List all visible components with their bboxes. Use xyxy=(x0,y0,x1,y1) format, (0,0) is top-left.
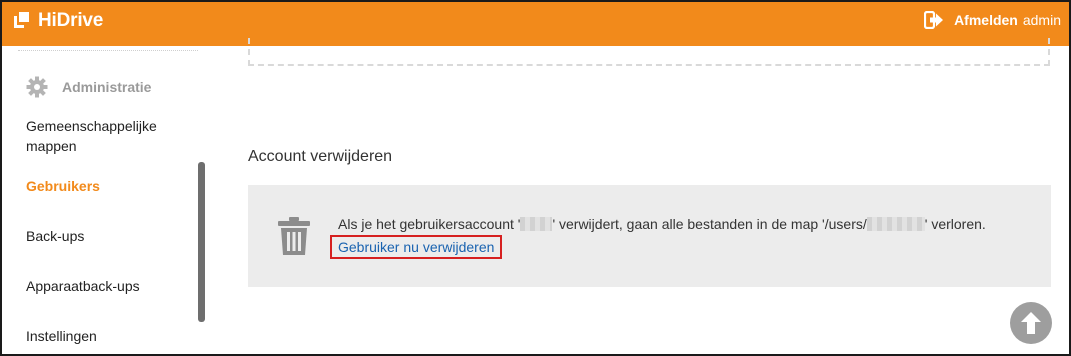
sidebar-item-label: Apparaatback-ups xyxy=(26,278,140,294)
warning-text-part3: ' verloren. xyxy=(924,216,986,232)
sidebar-item-label: Back-ups xyxy=(26,228,85,244)
sidebar-item-administratie[interactable]: Administratie xyxy=(26,76,151,98)
redacted-path xyxy=(866,217,925,231)
brand-name: HiDrive xyxy=(38,10,104,31)
sidebar-item-back-ups[interactable]: Back-ups xyxy=(26,226,84,246)
sidebar-item-label: Instellingen xyxy=(26,328,97,344)
sidebar: Administratie Gemeenschappelijke mappen … xyxy=(2,46,212,354)
scroll-to-top-button[interactable] xyxy=(1010,302,1052,344)
warning-text-part2: ' verwijdert, gaan alle bestanden in de … xyxy=(552,216,867,232)
delete-warning-text: Als je het gebruikersaccount ' ' verwijd… xyxy=(338,216,986,232)
brand-logo[interactable]: HiDrive xyxy=(14,10,103,32)
sidebar-item-label-line2: mappen xyxy=(26,138,77,154)
delete-account-panel: Als je het gebruikersaccount ' ' verwijd… xyxy=(248,185,1051,287)
trash-icon xyxy=(278,217,310,255)
sidebar-divider xyxy=(18,50,198,51)
delete-user-link[interactable]: Gebruiker nu verwijderen xyxy=(330,235,503,259)
logout-label: Afmelden xyxy=(954,12,1018,28)
dashed-dropzone xyxy=(248,38,1050,66)
arrow-up-icon xyxy=(1021,312,1041,334)
sidebar-item-label: Administratie xyxy=(62,79,152,95)
sidebar-scrollbar[interactable] xyxy=(198,162,205,322)
section-title: Account verwijderen xyxy=(248,148,393,165)
sidebar-item-apparaatback-ups[interactable]: Apparaatback-ups xyxy=(26,276,140,296)
username: admin xyxy=(1022,12,1061,28)
sidebar-item-label: Gebruikers xyxy=(26,178,100,194)
sidebar-item-gebruikers[interactable]: Gebruikers xyxy=(26,176,100,196)
sidebar-item-instellingen[interactable]: Instellingen xyxy=(26,326,97,346)
logout-button[interactable]: Afmelden admin xyxy=(924,11,1061,29)
redacted-username xyxy=(520,217,553,231)
sidebar-item-label: Gemeenschappelijke xyxy=(26,118,157,134)
sidebar-item-gemeenschappelijke-mappen[interactable]: Gemeenschappelijke mappen xyxy=(26,116,157,156)
hidrive-logo-icon xyxy=(14,12,32,30)
gear-icon xyxy=(26,76,48,98)
app-window: HiDrive Afmelden admin Administratie Gem… xyxy=(0,0,1071,356)
logout-icon xyxy=(924,11,944,29)
warning-text-part1: Als je het gebruikersaccount ' xyxy=(338,216,521,232)
